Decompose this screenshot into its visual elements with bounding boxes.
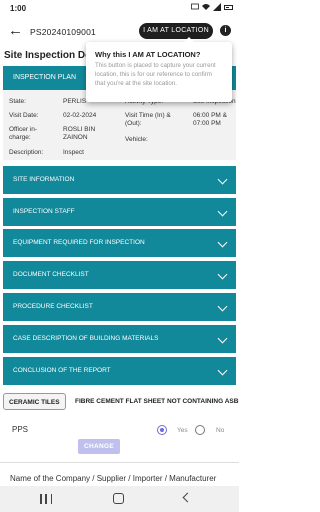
pps-yes-label: Yes xyxy=(177,427,188,434)
material-tabs: CERAMIC TILES FIBRE CEMENT FLAT SHEET NO… xyxy=(0,390,239,412)
pps-label: PPS xyxy=(12,425,29,434)
section-site-information[interactable]: SITE INFORMATION xyxy=(3,166,236,194)
chevron-down-icon xyxy=(217,301,228,312)
chevron-down-icon xyxy=(217,269,228,280)
tab-ceramic-tiles[interactable]: CERAMIC TILES xyxy=(3,393,66,410)
home-icon[interactable] xyxy=(113,493,124,504)
visit-date-value: 02-02-2024 xyxy=(63,112,97,119)
location-tooltip: Why this I AM AT LOCATION? This button i… xyxy=(86,37,232,102)
tooltip-body: This button is placed to capture your cu… xyxy=(95,62,216,87)
section-label: INSPECTION STAFF xyxy=(13,208,75,215)
visit-time-label: Visit Time (In) & (Out): xyxy=(125,112,171,127)
nav-back-icon[interactable] xyxy=(182,492,193,503)
signal-icon xyxy=(213,3,221,11)
section-inspection-staff[interactable]: INSPECTION STAFF xyxy=(3,198,236,226)
section-label: CONCLUSION OF THE REPORT xyxy=(13,367,111,374)
chevron-down-icon xyxy=(217,174,228,185)
chevron-down-icon xyxy=(217,237,228,248)
description-value: Inspect xyxy=(63,149,84,156)
chevron-down-icon xyxy=(217,365,228,376)
reference-number: PS20240109001 xyxy=(30,27,96,37)
status-time: 1:00 xyxy=(10,4,27,13)
info-icon[interactable]: i xyxy=(220,25,231,36)
section-conclusion[interactable]: CONCLUSION OF THE REPORT xyxy=(3,357,236,385)
chevron-down-icon xyxy=(217,206,228,217)
section-procedure-checklist[interactable]: PROCEDURE CHECKLIST xyxy=(3,293,236,321)
wifi-icon xyxy=(202,4,210,10)
section-label: CASE DESCRIPTION OF BUILDING MATERIALS xyxy=(13,335,159,342)
battery-icon xyxy=(224,4,233,10)
tooltip-title: Why this I AM AT LOCATION? xyxy=(95,50,201,59)
recent-apps-icon[interactable] xyxy=(40,494,52,504)
section-label: PROCEDURE CHECKLIST xyxy=(13,303,93,310)
section-case-description[interactable]: CASE DESCRIPTION OF BUILDING MATERIALS xyxy=(3,325,236,353)
state-value: PERLIS xyxy=(63,98,87,105)
visit-time-value: 06:00 PM & 07:00 PM xyxy=(193,112,227,127)
section-label: DOCUMENT CHECKLIST xyxy=(13,271,89,278)
officer-label: Officer in-charge: xyxy=(9,126,38,141)
company-label: Name of the Company / Supplier / Importe… xyxy=(10,474,217,483)
pps-yes-radio[interactable] xyxy=(157,425,167,435)
i-am-at-location-button[interactable]: I AM AT LOCATION xyxy=(139,23,213,39)
change-button[interactable]: CHANGE xyxy=(78,439,120,454)
divider xyxy=(0,462,239,463)
system-nav-bar xyxy=(0,486,239,512)
tab-fibre-cement[interactable]: FIBRE CEMENT FLAT SHEET NOT CONTAINING A… xyxy=(70,393,239,410)
section-document-checklist[interactable]: DOCUMENT CHECKLIST xyxy=(3,261,236,289)
section-label: SITE INFORMATION xyxy=(13,176,75,183)
section-equipment-required[interactable]: EQUIPMENT REQUIRED FOR INSPECTION xyxy=(3,229,236,257)
description-label: Description: xyxy=(9,149,44,156)
section-label: EQUIPMENT REQUIRED FOR INSPECTION xyxy=(13,239,145,246)
pps-no-label: No xyxy=(216,427,225,434)
vehicle-label: Vehicle: xyxy=(125,136,148,143)
cast-icon xyxy=(191,3,199,10)
pps-no-radio[interactable] xyxy=(195,425,205,435)
status-bar: 1:00 xyxy=(0,0,239,18)
chevron-down-icon xyxy=(217,333,228,344)
officer-value: ROSLI BIN ZAINON xyxy=(63,126,96,141)
status-icons xyxy=(191,3,233,11)
back-arrow-icon[interactable]: ← xyxy=(8,23,24,39)
visit-date-label: Visit Date: xyxy=(9,112,39,119)
state-label: State: xyxy=(9,98,26,105)
